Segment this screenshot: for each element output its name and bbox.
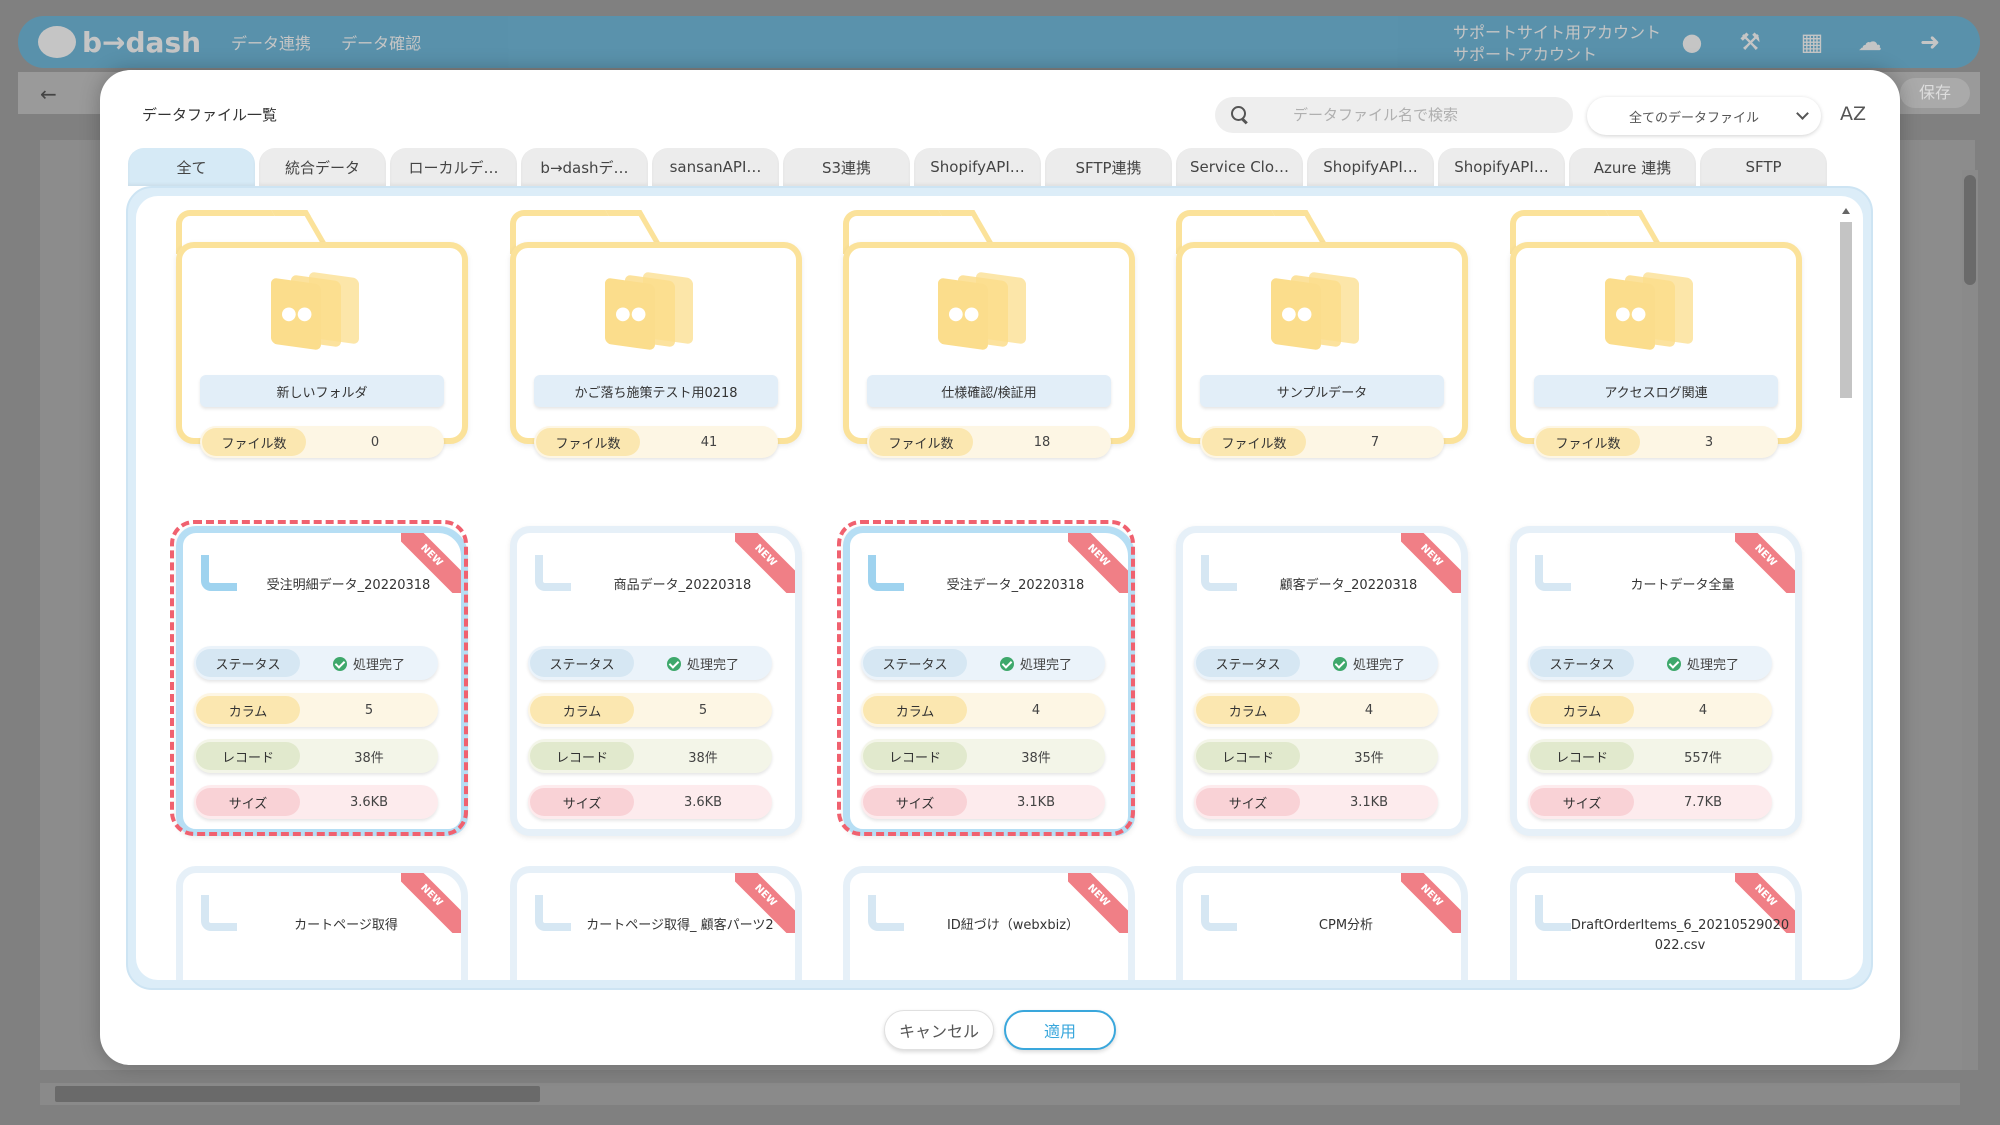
file-grid-panel: ●● 新しいフォルダ ファイル数 0 ●● かご落ち施策テスト用0218 ファイル… (126, 186, 1873, 990)
page-vertical-scroll-thumb[interactable] (1964, 175, 1976, 285)
file-name: カートページ取得 (294, 918, 398, 933)
file-name: DraftOrderItems_6_20210529020022.csv (1570, 918, 1790, 953)
file-icon (535, 895, 571, 931)
tab-azure[interactable]: Azure 連携 (1569, 148, 1696, 186)
folder-files-icon: ●● (605, 271, 701, 355)
grid-icon[interactable]: ▦ (1798, 28, 1826, 56)
file-card[interactable]: NEW DraftOrderItems_6_20210529020022.csv (1510, 866, 1802, 980)
cancel-button[interactable]: キャンセル (884, 1010, 994, 1050)
file-card[interactable]: NEW カートページ取得_ 顧客パーツ2 (510, 866, 802, 980)
file-name: 顧客データ_20220318 (1279, 578, 1418, 593)
tab-shopify-api-3[interactable]: ShopifyAPI… (1438, 148, 1565, 186)
file-name: 商品データ_20220318 (613, 578, 752, 593)
check-circle-icon (1332, 656, 1347, 671)
bell-icon[interactable]: ● (1678, 28, 1706, 56)
tab-local-data[interactable]: ローカルデ… (390, 148, 517, 186)
file-icon (1535, 555, 1571, 591)
check-circle-icon (666, 656, 681, 671)
check-circle-icon (1666, 656, 1681, 671)
tab-shopify-api-1[interactable]: ShopifyAPI… (914, 148, 1041, 186)
app-header: b→dash データ連携 データ確認 サポートサイト用アカウント サポートアカウ… (18, 16, 1980, 68)
chat-icon[interactable]: ☁ (1856, 28, 1884, 56)
account-info[interactable]: サポートサイト用アカウント サポートアカウント (1453, 22, 1661, 66)
tab-service-cloud[interactable]: Service Clo… (1176, 148, 1303, 186)
file-icon (201, 895, 237, 931)
tab-sftp-integration[interactable]: SFTP連携 (1045, 148, 1172, 186)
sort-az-icon[interactable]: AZ (1840, 103, 1866, 125)
tab-shopify-api-2[interactable]: ShopifyAPI… (1307, 148, 1434, 186)
file-card[interactable]: NEW 顧客データ_20220318 ステータス 処理完了 カラム 4 レコード 35… (1176, 526, 1468, 836)
tab-integrated-data[interactable]: 統合データ (259, 148, 386, 186)
wrench-icon[interactable]: ⚒ (1736, 28, 1764, 56)
folder-files-icon: ●● (271, 271, 367, 355)
tab-sansan-api[interactable]: sansanAPI… (652, 148, 779, 186)
folder-card[interactable]: ●● かご落ち施策テスト用0218 ファイル数 41 (510, 210, 802, 458)
file-card[interactable]: NEW 商品データ_20220318 ステータス 処理完了 カラム 5 レコード 38… (510, 526, 802, 836)
folder-file-count: ファイル数 7 (1200, 426, 1444, 458)
file-icon (868, 895, 904, 931)
file-icon (1201, 555, 1237, 591)
file-name: カートページ取得_ 顧客パーツ2 (586, 918, 774, 933)
category-tabs: 全て 統合データ ローカルデ… b→dashデ… sansanAPI… S3連携… (128, 148, 1831, 188)
search-input[interactable] (1293, 106, 1553, 124)
chevron-down-icon (1796, 107, 1809, 120)
folder-files-icon: ●● (1271, 271, 1367, 355)
folder-name: かご落ち施策テスト用0218 (534, 375, 778, 407)
file-card[interactable]: NEW カートページ取得 (176, 866, 468, 980)
grid-vertical-scrollbar[interactable] (1839, 208, 1853, 980)
apply-button[interactable]: 適用 (1004, 1010, 1116, 1050)
folder-card[interactable]: ●● 仕様確認/検証用 ファイル数 18 (843, 210, 1135, 458)
nav-data-check[interactable]: データ確認 (341, 30, 421, 54)
folder-file-count: ファイル数 3 (1534, 426, 1778, 458)
page-horizontal-scroll-thumb[interactable] (55, 1086, 540, 1102)
file-card[interactable]: NEW CPM分析 (1176, 866, 1468, 980)
folder-file-count: ファイル数 0 (200, 426, 444, 458)
file-grid: ●● 新しいフォルダ ファイル数 0 ●● かご落ち施策テスト用0218 ファイル… (136, 196, 1863, 980)
folder-card[interactable]: ●● 新しいフォルダ ファイル数 0 (176, 210, 468, 458)
selection-highlight (837, 520, 1135, 836)
tab-bdash-data[interactable]: b→dashデ… (521, 148, 648, 186)
folder-name: アクセスログ関連 (1534, 375, 1778, 407)
logo-bubble-icon (38, 26, 76, 58)
search-box[interactable] (1215, 97, 1573, 133)
nav-data-integration[interactable]: データ連携 (231, 30, 311, 54)
folder-files-icon: ●● (1605, 271, 1701, 355)
folder-card[interactable]: ●● アクセスログ関連 ファイル数 3 (1510, 210, 1802, 458)
folder-name: 仕様確認/検証用 (867, 375, 1111, 407)
file-name: ID紐づけ（webxbiz） (946, 918, 1080, 933)
tab-sftp[interactable]: SFTP (1700, 148, 1827, 186)
file-name: CPM分析 (1318, 918, 1374, 933)
data-file-modal: データファイル一覧 全てのデータファイル AZ 全て 統合データ ローカルデ… … (100, 70, 1900, 1065)
page-vertical-scrollbar[interactable] (1962, 170, 1978, 1070)
modal-actions: キャンセル 適用 (100, 1010, 1900, 1050)
folder-file-count: ファイル数 18 (867, 426, 1111, 458)
file-card[interactable]: NEW カートデータ全量 ステータス 処理完了 カラム 4 レコード 557件 サイズ… (1510, 526, 1802, 836)
folder-name: 新しいフォルダ (200, 375, 444, 407)
file-icon (535, 555, 571, 591)
modal-title: データファイル一覧 (142, 106, 278, 124)
back-arrow-icon[interactable]: ← (40, 82, 57, 106)
scroll-up-arrow-icon[interactable] (1842, 208, 1850, 214)
file-card[interactable]: NEW ID紐づけ（webxbiz） (843, 866, 1135, 980)
app-logo: b→dash (38, 26, 201, 59)
search-icon (1229, 104, 1251, 126)
file-icon (1201, 895, 1237, 931)
logout-icon[interactable]: ➜ (1916, 28, 1944, 56)
file-icon (1535, 895, 1571, 931)
selection-highlight (170, 520, 468, 836)
file-type-select[interactable]: 全てのデータファイル (1587, 97, 1821, 135)
file-type-selected: 全てのデータファイル (1629, 110, 1760, 126)
grid-scroll-thumb[interactable] (1840, 222, 1852, 398)
tab-s3[interactable]: S3連携 (783, 148, 910, 186)
folder-file-count: ファイル数 41 (534, 426, 778, 458)
folder-card[interactable]: ●● サンプルデータ ファイル数 7 (1176, 210, 1468, 458)
file-name: カートデータ全量 (1630, 578, 1735, 593)
folder-name: サンプルデータ (1200, 375, 1444, 407)
tab-all[interactable]: 全て (128, 148, 255, 186)
save-button[interactable]: 保存 (1900, 78, 1970, 108)
folder-files-icon: ●● (938, 271, 1034, 355)
